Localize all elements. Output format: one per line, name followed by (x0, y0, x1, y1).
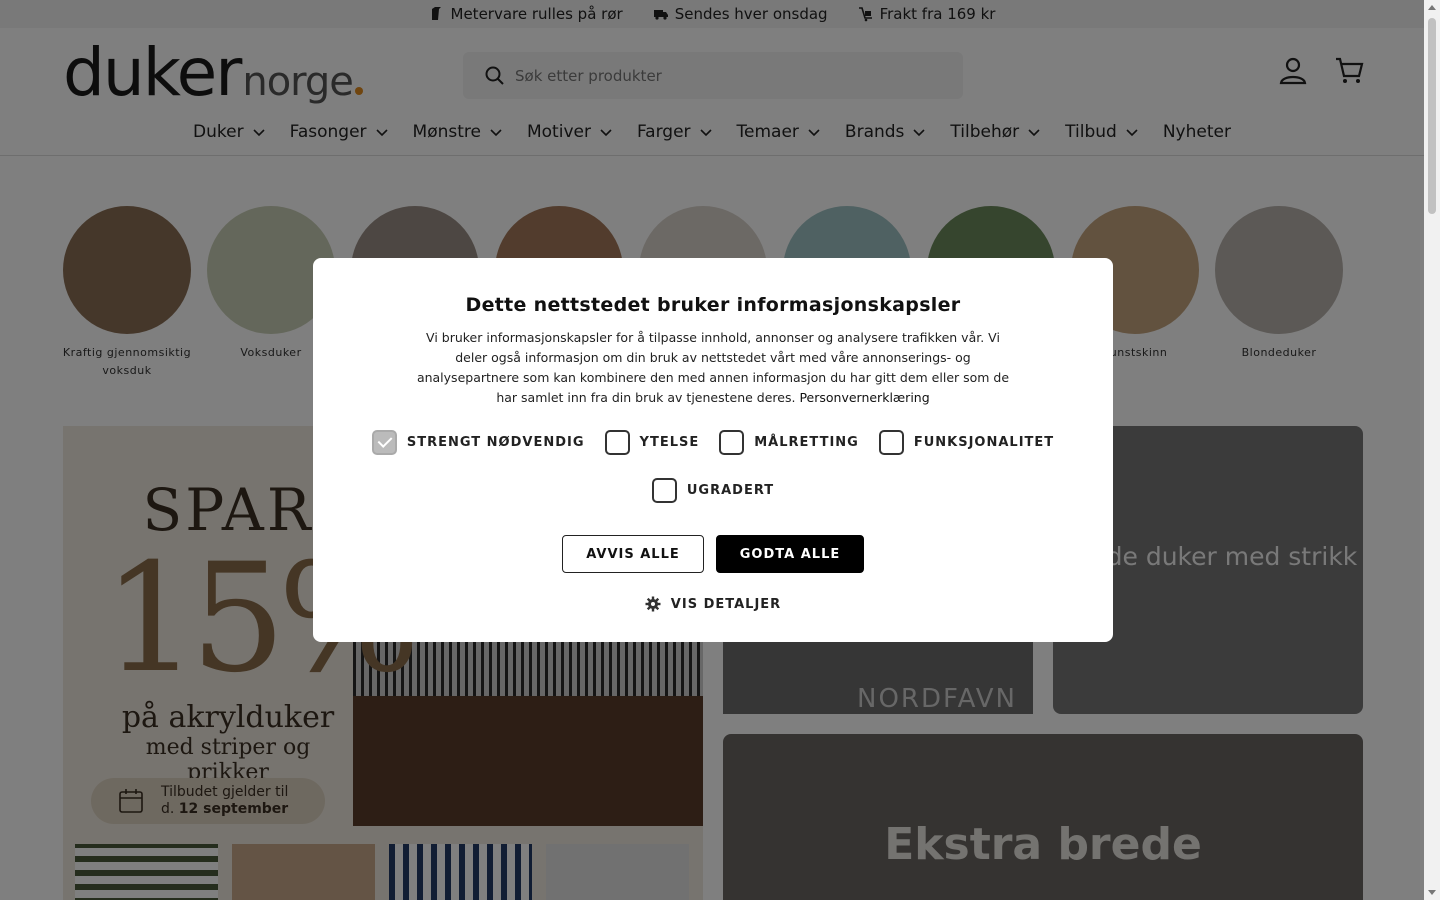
scroll-up-arrow[interactable] (1428, 5, 1436, 10)
checkbox-box (719, 430, 745, 455)
checkbox-label: UGRADERT (686, 483, 775, 498)
checkbox-targeting[interactable]: MÅLRETTING (719, 430, 859, 455)
privacy-policy-link[interactable]: Personvernerklæring (799, 390, 929, 405)
cookie-title: Dette nettstedet bruker informasjonskaps… (465, 294, 961, 316)
scroll-down-arrow[interactable] (1428, 890, 1436, 895)
checkbox-label: FUNKSJONALITET (913, 435, 1055, 450)
cookie-consent-dialog: Dette nettstedet bruker informasjonskaps… (313, 258, 1113, 642)
checkbox-functionality[interactable]: FUNKSJONALITET (878, 430, 1055, 455)
show-details-link[interactable]: VIS DETALJER (313, 596, 1113, 612)
checkbox-box (604, 430, 630, 455)
accept-all-button[interactable]: GODTA ALLE (716, 535, 864, 573)
cookie-buttons: AVVIS ALLE GODTA ALLE (313, 535, 1113, 573)
cookie-category-row: STRENGT NØDVENDIG YTELSE MÅLRETTING FUNK… (313, 430, 1113, 455)
checkbox-label: MÅLRETTING (754, 435, 859, 450)
page-scrollbar[interactable] (1424, 0, 1440, 900)
checkbox-unclassified[interactable]: UGRADERT (651, 478, 775, 503)
reject-all-button[interactable]: AVVIS ALLE (562, 535, 704, 573)
checkbox-label: YTELSE (639, 435, 700, 450)
checkbox-label: STRENGT NØDVENDIG (406, 435, 585, 450)
checkbox-box (878, 430, 904, 455)
checkbox-box (651, 478, 677, 503)
gear-icon (645, 596, 661, 612)
show-details-label: VIS DETALJER (670, 596, 782, 612)
scrollbar-thumb[interactable] (1428, 18, 1436, 214)
checkbox-box (371, 430, 397, 455)
checkbox-strictly-necessary[interactable]: STRENGT NØDVENDIG (371, 430, 585, 455)
cookie-description: Vi bruker informasjonskapsler for å tilp… (413, 328, 1013, 408)
cookie-category-row: UGRADERT (313, 478, 1113, 503)
checkbox-performance[interactable]: YTELSE (604, 430, 700, 455)
